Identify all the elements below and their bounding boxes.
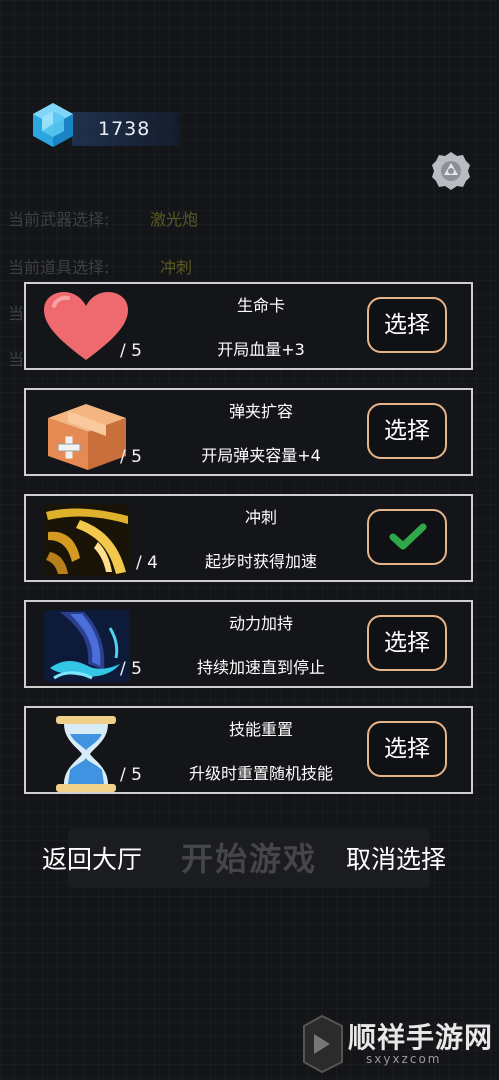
dash-icon: [40, 502, 132, 576]
currency-value: 1738: [98, 118, 151, 140]
hourglass-icon: [40, 714, 132, 792]
item-label: 当前道具选择:: [8, 258, 110, 277]
item-name: 动力加持: [228, 614, 293, 633]
box-icon: [40, 396, 132, 470]
item-card-dash: / 4 冲刺 起步时获得加速: [24, 494, 473, 582]
item-card-health: / 5 生命卡 开局血量+3 选择: [24, 282, 473, 370]
item-description: 开局血量+3: [217, 340, 305, 359]
item-description: 开局弹夹容量+4: [201, 446, 321, 465]
item-count: / 5: [120, 659, 142, 679]
cancel-selection-button[interactable]: 取消选择: [346, 840, 446, 876]
weapon-label: 当前武器选择:: [8, 210, 110, 229]
select-button[interactable]: 选择: [367, 403, 447, 459]
check-icon: [389, 523, 427, 550]
item-card-boost: / 5 动力加持 持续加速直到停止 选择: [24, 600, 473, 688]
item-name: 生命卡: [236, 296, 285, 315]
boost-icon: [40, 608, 132, 682]
item-card-magazine: / 5 弹夹扩容 开局弹夹容量+4 选择: [24, 388, 473, 476]
item-name: 技能重置: [228, 720, 293, 739]
watermark: 顺祥手游网 sxyxzcom: [300, 1012, 496, 1076]
select-button[interactable]: 选择: [367, 615, 447, 671]
select-button[interactable]: 选择: [367, 721, 447, 777]
item-name: 冲刺: [244, 508, 277, 527]
gear-icon[interactable]: [430, 150, 472, 192]
watermark-logo-icon: [303, 1014, 343, 1074]
back-to-lobby-button[interactable]: 返回大厅: [42, 840, 142, 876]
item-value: 冲刺: [160, 258, 193, 277]
item-card-reset: / 5 技能重置 升级时重置随机技能 选择: [24, 706, 473, 794]
item-count: / 5: [120, 765, 142, 785]
item-description: 持续加速直到停止: [196, 658, 325, 677]
item-name: 弹夹扩容: [228, 402, 293, 421]
weapon-value: 激光炮: [150, 210, 199, 229]
item-description: 升级时重置随机技能: [188, 764, 333, 783]
diamond-icon: [28, 100, 78, 150]
item-count: / 5: [120, 447, 142, 467]
watermark-url: sxyxzcom: [366, 1052, 442, 1066]
selected-check-button[interactable]: [367, 509, 447, 565]
select-button[interactable]: 选择: [367, 297, 447, 353]
watermark-text: 顺祥手游网: [348, 1021, 494, 1054]
item-description: 起步时获得加速: [204, 552, 317, 571]
item-count: / 5: [120, 341, 142, 361]
heart-icon: [40, 290, 132, 364]
